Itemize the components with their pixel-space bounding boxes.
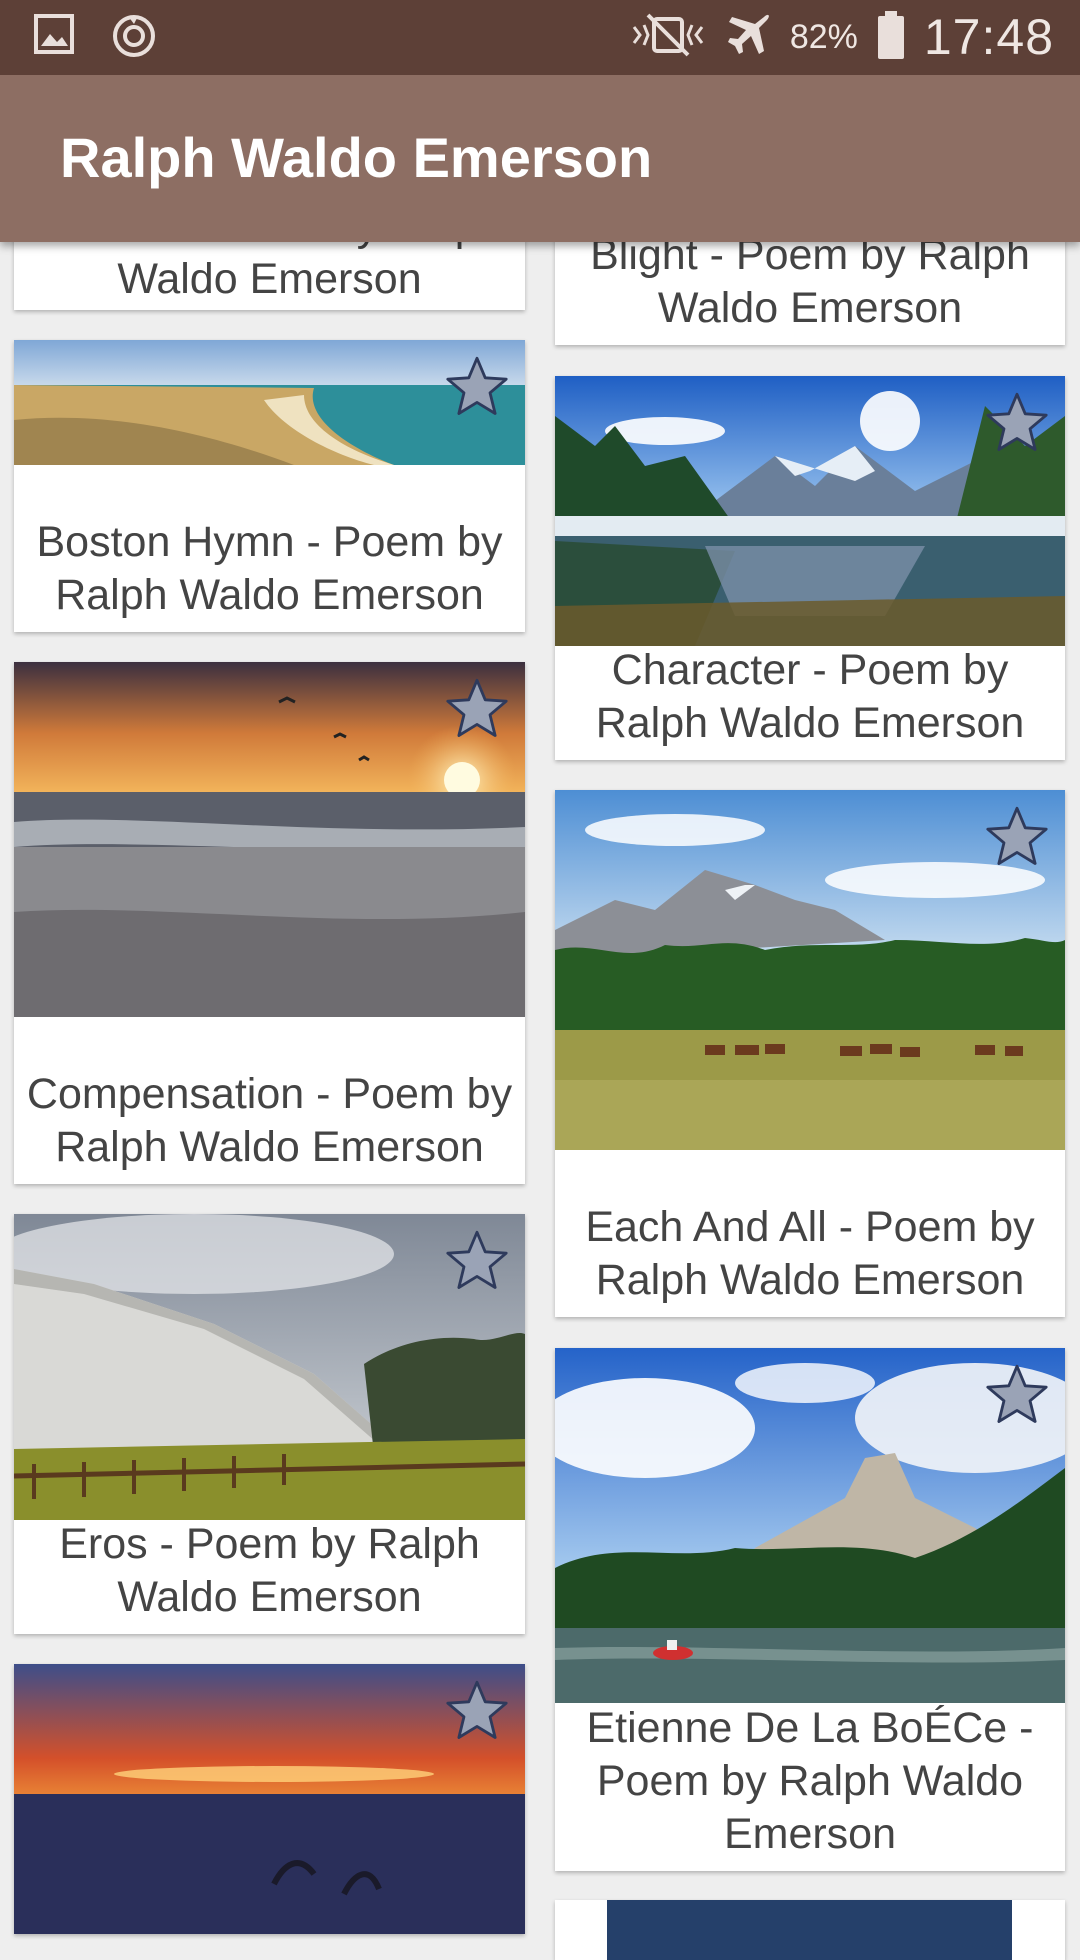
poem-card-title: Eros - Poem by Ralph Waldo Emerson xyxy=(59,1520,480,1621)
poem-image xyxy=(607,1900,1012,1960)
battery-icon xyxy=(876,9,906,66)
poem-card-title: Compensation - Poem by Ralph Waldo Emers… xyxy=(26,1070,513,1171)
poem-card-title: Character - Poem by Ralph Waldo Emerson xyxy=(595,646,1025,747)
poem-card-compensation[interactable]: Compensation - Poem by Ralph Waldo Emers… xyxy=(14,662,525,1184)
poem-card-character[interactable]: Character - Poem by Ralph Waldo Emerson xyxy=(555,376,1065,760)
favorite-star-icon[interactable] xyxy=(983,804,1051,872)
poem-card-title: Etienne De La BoÉCe - Poem by Ralph Wald… xyxy=(586,1704,1034,1858)
poem-card-etienne[interactable]: Etienne De La BoÉCe - Poem by Ralph Wald… xyxy=(555,1348,1065,1871)
gallery-icon xyxy=(32,12,76,65)
poem-card-sunset[interactable] xyxy=(14,1664,525,1934)
poem-card-boston-hymn[interactable]: Boston Hymn - Poem by Ralph Waldo Emerso… xyxy=(14,340,525,632)
favorite-star-icon[interactable] xyxy=(443,676,511,744)
battery-percentage: 82% xyxy=(789,17,858,56)
favorite-star-icon[interactable] xyxy=(443,1228,511,1296)
page-title: Ralph Waldo Emerson xyxy=(60,126,653,189)
status-bar: 82% 17:48 xyxy=(0,0,1080,75)
poem-card-next[interactable] xyxy=(555,1900,1065,1960)
app-bar: Ralph Waldo Emerson xyxy=(0,75,1080,242)
poem-card-each-and-all[interactable]: Each And All - Poem by Ralph Waldo Emers… xyxy=(555,790,1065,1317)
favorite-star-icon[interactable] xyxy=(983,390,1051,458)
poem-card-title: Each And All - Poem by Ralph Waldo Emers… xyxy=(585,1203,1035,1304)
favorite-star-icon[interactable] xyxy=(983,1362,1051,1430)
poem-card-title: Blight - Poem by Ralph Waldo Emerson xyxy=(590,231,1030,332)
poem-card-title: Boston Hymn - Poem by Ralph Waldo Emerso… xyxy=(36,518,503,619)
favorite-star-icon[interactable] xyxy=(443,354,511,422)
sync-icon xyxy=(110,12,158,65)
airplane-icon xyxy=(724,11,772,64)
vibrate-icon xyxy=(630,11,706,64)
clock: 17:48 xyxy=(923,9,1054,65)
poem-card-eros[interactable]: Eros - Poem by Ralph Waldo Emerson xyxy=(14,1214,525,1634)
favorite-star-icon[interactable] xyxy=(443,1678,511,1746)
